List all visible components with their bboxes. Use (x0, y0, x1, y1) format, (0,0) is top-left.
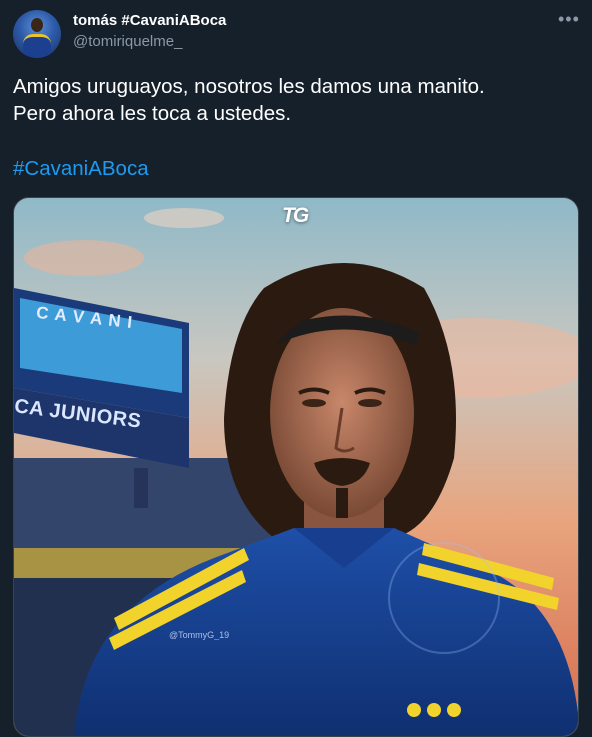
avatar-body (23, 34, 51, 58)
tweet-image[interactable]: TG C A V A N I CA JUNIORS @TommyG_19 (13, 197, 579, 737)
brand-logo: TG (282, 204, 309, 227)
user-handle[interactable]: @tomiriquelme_ (73, 33, 182, 50)
avatar[interactable] (13, 10, 61, 58)
avatar-head (31, 18, 43, 32)
more-options-icon[interactable]: ••• (558, 9, 580, 30)
tweet-text: Amigos uruguayos, nosotros les damos una… (13, 75, 485, 125)
hashtag-link[interactable]: #CavaniABoca (13, 157, 149, 181)
display-name[interactable]: tomás #CavaniABoca (73, 12, 226, 29)
artist-watermark: @TommyG_19 (169, 630, 230, 640)
player-illustration (14, 198, 578, 736)
tweet-header: tomás #CavaniABoca @tomiriquelme_ ••• (0, 0, 592, 64)
